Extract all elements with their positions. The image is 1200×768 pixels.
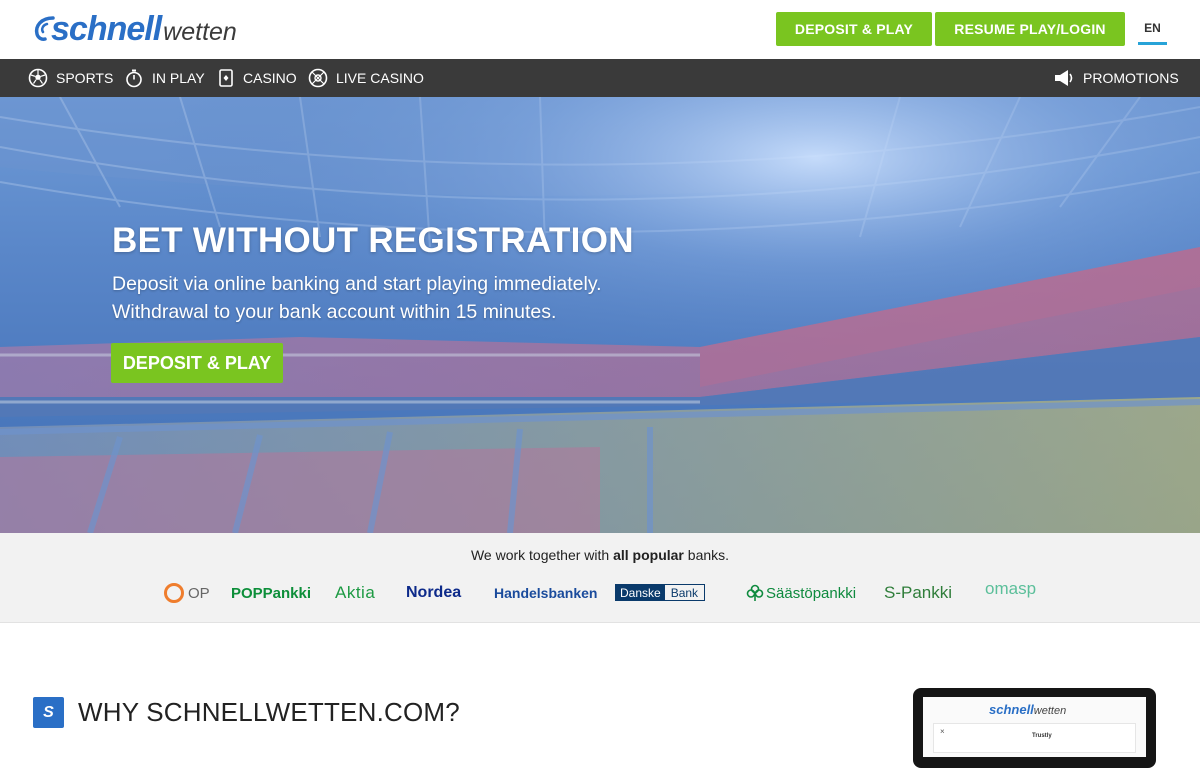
roulette-icon	[308, 68, 328, 88]
resume-login-button[interactable]: RESUME PLAY/LOGIN	[935, 12, 1125, 46]
laptop-payment-panel: × Trustly	[933, 723, 1136, 753]
bank-logo-aktia: Aktia	[335, 583, 375, 603]
bank-logo-op: OP	[164, 583, 210, 603]
bank-name-pop: POPPankki	[231, 584, 312, 602]
laptop-preview-image: schnellwetten × Trustly	[913, 688, 1156, 768]
bank-name-bank: Bank	[670, 585, 699, 600]
deposit-play-button[interactable]: DEPOSIT & PLAY	[776, 12, 932, 46]
bank-name-nordea: Nordea	[406, 584, 462, 601]
main-nav: SPORTS IN PLAY CASINO LIVE CASINO PROMOT…	[0, 59, 1200, 97]
logo-text-sub: wetten	[163, 18, 237, 46]
bank-logo-handelsbanken: Handelsbanken	[494, 583, 597, 603]
nav-item-casino[interactable]: CASINO	[217, 59, 297, 97]
close-icon: ×	[940, 727, 945, 736]
brand-s-icon: S	[33, 697, 64, 728]
banks-intro-prefix: We work together with	[470, 547, 614, 563]
why-section-title: WHY SCHNELLWETTEN.COM?	[78, 697, 460, 727]
hero-title: BET WITHOUT REGISTRATION	[112, 221, 634, 260]
cards-icon	[219, 69, 233, 87]
bank-logo-pop-pankki: POPPankki	[231, 583, 311, 603]
bank-logo-saastopankki: Säästöpankki	[746, 583, 856, 603]
site-logo[interactable]: schnell wetten	[33, 10, 237, 50]
nav-item-sports[interactable]: SPORTS	[28, 59, 113, 97]
bank-logo-danske-bank: Danske Bank	[615, 584, 706, 601]
bank-name-s-pankki: S-Pankki	[884, 583, 953, 602]
stopwatch-icon	[126, 69, 142, 88]
laptop-screen: schnellwetten × Trustly	[923, 697, 1146, 757]
nav-label-promotions: PROMOTIONS	[1083, 70, 1179, 86]
nav-label-in-play: IN PLAY	[152, 70, 205, 86]
hero-subtitle-1: Deposit via online banking and start pla…	[112, 273, 602, 295]
trustly-logo: Trustly	[1032, 733, 1052, 739]
bank-logo-nordea: Nordea	[406, 583, 461, 603]
hero-subtitle-2: Withdrawal to your bank account within 1…	[112, 301, 557, 323]
nav-item-live-casino[interactable]: LIVE CASINO	[308, 59, 424, 97]
banks-intro-suffix: banks.	[683, 547, 730, 563]
hero-deposit-play-button[interactable]: DEPOSIT & PLAY	[111, 343, 283, 383]
bank-name-handelsbanken: Handelsbanken	[494, 585, 598, 601]
bank-name-op: OP	[188, 584, 210, 602]
nav-label-casino: CASINO	[243, 70, 297, 86]
nav-item-in-play[interactable]: IN PLAY	[124, 59, 205, 97]
megaphone-icon	[1055, 70, 1073, 86]
laptop-logo: schnellwetten	[989, 702, 1066, 717]
nav-label-live-casino: LIVE CASINO	[336, 70, 424, 86]
banks-intro: We work together with all popular banks.	[0, 547, 1200, 563]
bank-name-omasp: omasp	[985, 579, 1037, 598]
bank-logo-s-pankki: S-Pankki	[884, 583, 952, 603]
bank-logo-omasp: omasp	[985, 579, 1036, 599]
hero-banner: BET WITHOUT REGISTRATION Deposit via onl…	[0, 97, 1200, 533]
bank-name-aktia: Aktia	[335, 583, 376, 602]
top-header: schnell wetten DEPOSIT & PLAY RESUME PLA…	[0, 0, 1200, 59]
laptop-logo-main: schnell	[989, 702, 1034, 717]
language-selector[interactable]: EN	[1138, 21, 1167, 45]
nav-label-sports: SPORTS	[56, 70, 114, 86]
bank-name-danske: Danske	[616, 585, 665, 600]
soccer-ball-icon	[28, 68, 48, 88]
partner-banks: We work together with all popular banks.…	[0, 533, 1200, 623]
op-logo-icon	[164, 583, 184, 603]
banks-intro-bold: all popular	[613, 547, 684, 563]
bank-name-saastopankki: Säästöpankki	[766, 584, 857, 602]
nav-item-promotions[interactable]: PROMOTIONS	[1053, 59, 1179, 97]
logo-text-main: schnell	[51, 10, 162, 48]
clover-icon	[746, 584, 764, 601]
logo-swoosh-icon	[34, 16, 55, 41]
laptop-logo-sub: wetten	[1033, 705, 1067, 717]
